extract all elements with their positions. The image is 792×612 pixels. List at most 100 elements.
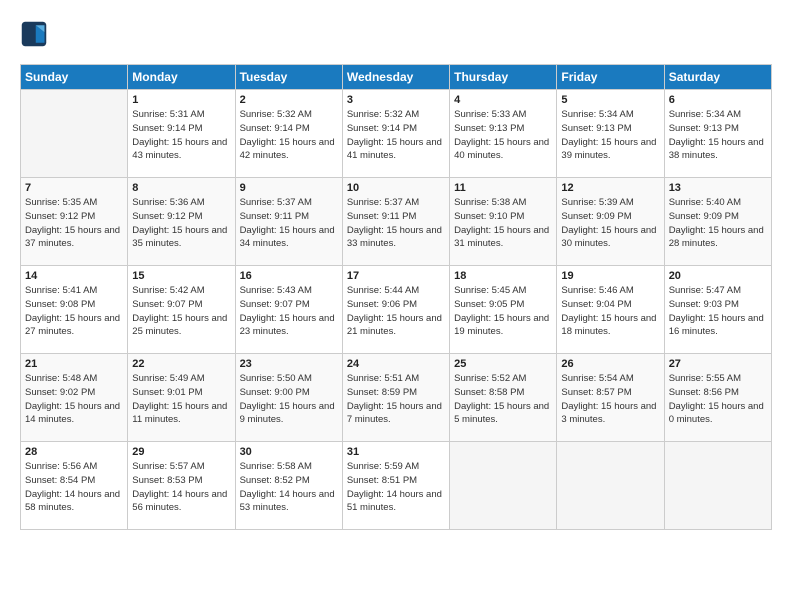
- day-cell: 7 Sunrise: 5:35 AMSunset: 9:12 PMDaylight…: [21, 178, 128, 266]
- day-cell: 21 Sunrise: 5:48 AMSunset: 9:02 PMDayligh…: [21, 354, 128, 442]
- calendar-table: SundayMondayTuesdayWednesdayThursdayFrid…: [20, 64, 772, 530]
- day-cell: 28 Sunrise: 5:56 AMSunset: 8:54 PMDayligh…: [21, 442, 128, 530]
- day-info: Sunrise: 5:32 AMSunset: 9:14 PMDaylight:…: [240, 108, 338, 163]
- day-cell: 31 Sunrise: 5:59 AMSunset: 8:51 PMDayligh…: [342, 442, 449, 530]
- day-info: Sunrise: 5:51 AMSunset: 8:59 PMDaylight:…: [347, 372, 445, 427]
- week-row-5: 28 Sunrise: 5:56 AMSunset: 8:54 PMDayligh…: [21, 442, 772, 530]
- day-info: Sunrise: 5:43 AMSunset: 9:07 PMDaylight:…: [240, 284, 338, 339]
- day-info: Sunrise: 5:33 AMSunset: 9:13 PMDaylight:…: [454, 108, 552, 163]
- logo: [20, 20, 52, 48]
- day-info: Sunrise: 5:56 AMSunset: 8:54 PMDaylight:…: [25, 460, 123, 515]
- day-number: 2: [240, 94, 338, 106]
- day-cell: 17 Sunrise: 5:44 AMSunset: 9:06 PMDayligh…: [342, 266, 449, 354]
- day-info: Sunrise: 5:57 AMSunset: 8:53 PMDaylight:…: [132, 460, 230, 515]
- day-cell: [450, 442, 557, 530]
- day-info: Sunrise: 5:35 AMSunset: 9:12 PMDaylight:…: [25, 196, 123, 251]
- day-number: 7: [25, 182, 123, 194]
- day-cell: 23Sunrise: 5:50 AMSunset: 9:00 PMDayligh…: [235, 354, 342, 442]
- day-info: Sunrise: 5:42 AMSunset: 9:07 PMDaylight:…: [132, 284, 230, 339]
- day-cell: 30 Sunrise: 5:58 AMSunset: 8:52 PMDayligh…: [235, 442, 342, 530]
- day-cell: 14 Sunrise: 5:41 AMSunset: 9:08 PMDayligh…: [21, 266, 128, 354]
- day-info: Sunrise: 5:32 AMSunset: 9:14 PMDaylight:…: [347, 108, 445, 163]
- day-cell: 11 Sunrise: 5:38 AMSunset: 9:10 PMDayligh…: [450, 178, 557, 266]
- day-number: 5: [561, 94, 659, 106]
- week-row-2: 7 Sunrise: 5:35 AMSunset: 9:12 PMDaylight…: [21, 178, 772, 266]
- day-number: 25: [454, 358, 552, 370]
- day-cell: 16Sunrise: 5:43 AMSunset: 9:07 PMDayligh…: [235, 266, 342, 354]
- day-cell: 12Sunrise: 5:39 AMSunset: 9:09 PMDayligh…: [557, 178, 664, 266]
- day-number: 9: [240, 182, 338, 194]
- day-number: 11: [454, 182, 552, 194]
- day-number: 18: [454, 270, 552, 282]
- day-info: Sunrise: 5:31 AMSunset: 9:14 PMDaylight:…: [132, 108, 230, 163]
- day-info: Sunrise: 5:55 AMSunset: 8:56 PMDaylight:…: [669, 372, 767, 427]
- day-cell: [21, 90, 128, 178]
- day-cell: 15Sunrise: 5:42 AMSunset: 9:07 PMDayligh…: [128, 266, 235, 354]
- day-info: Sunrise: 5:48 AMSunset: 9:02 PMDaylight:…: [25, 372, 123, 427]
- day-number: 27: [669, 358, 767, 370]
- day-cell: 25 Sunrise: 5:52 AMSunset: 8:58 PMDayligh…: [450, 354, 557, 442]
- day-cell: 24Sunrise: 5:51 AMSunset: 8:59 PMDayligh…: [342, 354, 449, 442]
- day-cell: 26 Sunrise: 5:54 AMSunset: 8:57 PMDayligh…: [557, 354, 664, 442]
- day-number: 19: [561, 270, 659, 282]
- day-info: Sunrise: 5:44 AMSunset: 9:06 PMDaylight:…: [347, 284, 445, 339]
- day-cell: 1Sunrise: 5:31 AMSunset: 9:14 PMDaylight…: [128, 90, 235, 178]
- day-info: Sunrise: 5:58 AMSunset: 8:52 PMDaylight:…: [240, 460, 338, 515]
- day-cell: 10 Sunrise: 5:37 AMSunset: 9:11 PMDayligh…: [342, 178, 449, 266]
- day-cell: 3Sunrise: 5:32 AMSunset: 9:14 PMDaylight…: [342, 90, 449, 178]
- day-number: 6: [669, 94, 767, 106]
- day-cell: 29 Sunrise: 5:57 AMSunset: 8:53 PMDayligh…: [128, 442, 235, 530]
- day-info: Sunrise: 5:37 AMSunset: 9:11 PMDaylight:…: [347, 196, 445, 251]
- day-cell: 27 Sunrise: 5:55 AMSunset: 8:56 PMDayligh…: [664, 354, 771, 442]
- day-number: 30: [240, 446, 338, 458]
- day-number: 10: [347, 182, 445, 194]
- day-info: Sunrise: 5:34 AMSunset: 9:13 PMDaylight:…: [561, 108, 659, 163]
- day-number: 8: [132, 182, 230, 194]
- day-info: Sunrise: 5:54 AMSunset: 8:57 PMDaylight:…: [561, 372, 659, 427]
- day-number: 14: [25, 270, 123, 282]
- day-cell: 4 Sunrise: 5:33 AMSunset: 9:13 PMDaylight…: [450, 90, 557, 178]
- week-row-1: 1Sunrise: 5:31 AMSunset: 9:14 PMDaylight…: [21, 90, 772, 178]
- week-row-3: 14 Sunrise: 5:41 AMSunset: 9:08 PMDayligh…: [21, 266, 772, 354]
- day-number: 21: [25, 358, 123, 370]
- day-info: Sunrise: 5:45 AMSunset: 9:05 PMDaylight:…: [454, 284, 552, 339]
- day-cell: 19 Sunrise: 5:46 AMSunset: 9:04 PMDayligh…: [557, 266, 664, 354]
- logo-icon: [20, 20, 48, 48]
- day-info: Sunrise: 5:52 AMSunset: 8:58 PMDaylight:…: [454, 372, 552, 427]
- day-info: Sunrise: 5:41 AMSunset: 9:08 PMDaylight:…: [25, 284, 123, 339]
- day-number: 13: [669, 182, 767, 194]
- day-number: 12: [561, 182, 659, 194]
- day-cell: 9Sunrise: 5:37 AMSunset: 9:11 PMDaylight…: [235, 178, 342, 266]
- day-number: 17: [347, 270, 445, 282]
- day-cell: 20 Sunrise: 5:47 AMSunset: 9:03 PMDayligh…: [664, 266, 771, 354]
- page-header: [20, 20, 772, 48]
- week-row-4: 21 Sunrise: 5:48 AMSunset: 9:02 PMDayligh…: [21, 354, 772, 442]
- day-cell: 6Sunrise: 5:34 AMSunset: 9:13 PMDaylight…: [664, 90, 771, 178]
- col-header-thursday: Thursday: [450, 65, 557, 90]
- day-number: 26: [561, 358, 659, 370]
- day-cell: 22Sunrise: 5:49 AMSunset: 9:01 PMDayligh…: [128, 354, 235, 442]
- day-cell: 2 Sunrise: 5:32 AMSunset: 9:14 PMDaylight…: [235, 90, 342, 178]
- day-number: 20: [669, 270, 767, 282]
- day-number: 4: [454, 94, 552, 106]
- day-info: Sunrise: 5:38 AMSunset: 9:10 PMDaylight:…: [454, 196, 552, 251]
- col-header-wednesday: Wednesday: [342, 65, 449, 90]
- day-info: Sunrise: 5:59 AMSunset: 8:51 PMDaylight:…: [347, 460, 445, 515]
- day-info: Sunrise: 5:40 AMSunset: 9:09 PMDaylight:…: [669, 196, 767, 251]
- day-cell: 5 Sunrise: 5:34 AMSunset: 9:13 PMDaylight…: [557, 90, 664, 178]
- col-header-saturday: Saturday: [664, 65, 771, 90]
- day-number: 28: [25, 446, 123, 458]
- col-header-tuesday: Tuesday: [235, 65, 342, 90]
- day-number: 22: [132, 358, 230, 370]
- day-info: Sunrise: 5:36 AMSunset: 9:12 PMDaylight:…: [132, 196, 230, 251]
- header-row: SundayMondayTuesdayWednesdayThursdayFrid…: [21, 65, 772, 90]
- col-header-monday: Monday: [128, 65, 235, 90]
- day-number: 31: [347, 446, 445, 458]
- day-info: Sunrise: 5:47 AMSunset: 9:03 PMDaylight:…: [669, 284, 767, 339]
- col-header-sunday: Sunday: [21, 65, 128, 90]
- day-number: 29: [132, 446, 230, 458]
- day-cell: [557, 442, 664, 530]
- day-cell: 13 Sunrise: 5:40 AMSunset: 9:09 PMDayligh…: [664, 178, 771, 266]
- day-cell: [664, 442, 771, 530]
- day-info: Sunrise: 5:46 AMSunset: 9:04 PMDaylight:…: [561, 284, 659, 339]
